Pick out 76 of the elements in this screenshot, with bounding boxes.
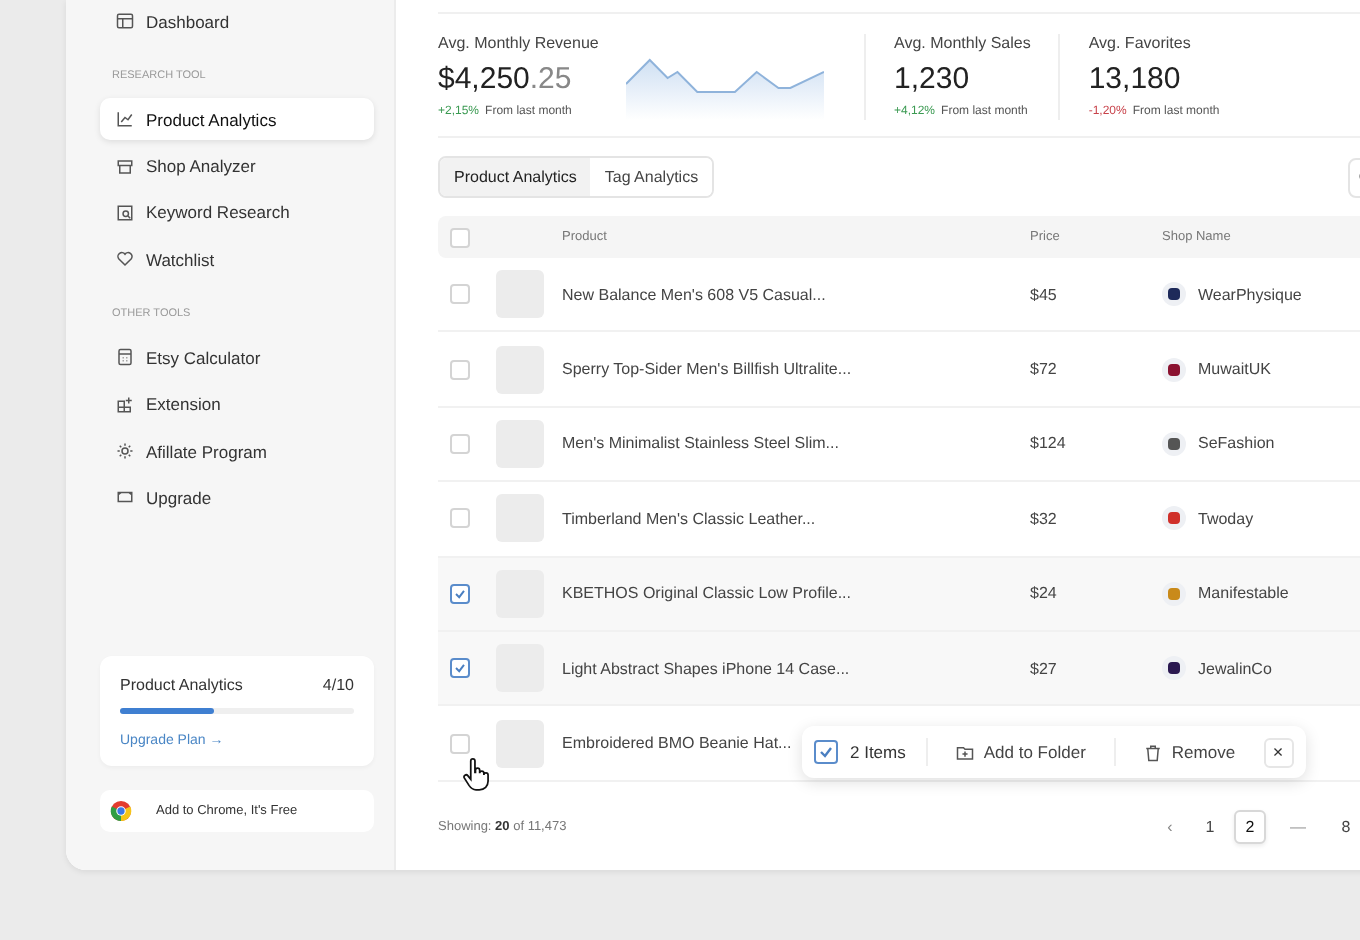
shop-logo: [1162, 656, 1186, 681]
product-name: Men's Minimalist Stainless Steel Slim...: [562, 434, 839, 453]
checkmark-icon: [816, 742, 836, 762]
store-icon: [116, 157, 134, 176]
price: $45: [1030, 285, 1059, 304]
stat-value: 1,230: [894, 62, 972, 96]
stat-label: Avg. Favorites: [1088, 34, 1193, 52]
selected-count: 2 Items: [850, 742, 906, 762]
stat-value: $4,250.25: [438, 62, 574, 96]
price: $27: [1030, 659, 1059, 678]
shop-logo: [1162, 506, 1186, 531]
checkbox[interactable]: [450, 658, 470, 679]
shop-name: SeFashion: [1198, 434, 1275, 453]
sidebar-item[interactable]: Etsy Calculator: [100, 336, 374, 379]
product-name: KBETHOS Original Classic Low Profile...: [562, 584, 851, 603]
stat-value: 13,180: [1088, 62, 1183, 96]
shop-logo: [1162, 282, 1186, 307]
price: $24: [1030, 584, 1059, 603]
tab[interactable]: Product Analytics: [440, 158, 591, 196]
pagination-ellipsis: —: [1288, 815, 1308, 840]
sidebar-item[interactable]: Product Analytics: [100, 98, 374, 141]
product-name: New Balance Men's 608 V5 Casual...: [562, 285, 826, 304]
table-row[interactable]: Sperry Top-Sider Men's Billfish Ultralite... $72 MuwaitUK: [438, 332, 1360, 408]
shop-name: Twoday: [1198, 509, 1254, 528]
trash-icon: [1143, 743, 1162, 761]
sidebar-item[interactable]: Afillate Program: [100, 430, 374, 473]
document-search-icon: [116, 203, 134, 222]
table-row[interactable]: Light Abstract Shapes iPhone 14 Case... $27 JewalinCo: [438, 631, 1360, 707]
previous-page-button[interactable]: ‹: [1154, 809, 1186, 844]
usage-title: Product Analytics: [120, 676, 243, 694]
shop-name: JewalinCo: [1198, 659, 1272, 678]
stat-label: Avg. Monthly Sales: [894, 34, 1031, 52]
shop-logo: [1162, 357, 1186, 382]
ticket-icon: [116, 488, 134, 507]
checkmark-icon: [452, 585, 468, 602]
stat-label: Avg. Monthly Revenue: [438, 34, 599, 52]
hand-cursor-icon: [462, 756, 490, 792]
sidebar-item[interactable]: Watchlist: [100, 238, 374, 281]
sidebar-item[interactable]: Shop Analyzer: [100, 145, 374, 188]
layout-icon: [116, 12, 134, 30]
product-name: Sperry Top-Sider Men's Billfish Ultralite...: [562, 360, 852, 379]
close-button[interactable]: ×: [1263, 737, 1294, 767]
shop-logo: [1162, 431, 1186, 456]
usage-count: 4/10: [322, 676, 354, 694]
product-name: Light Abstract Shapes iPhone 14 Case...: [562, 659, 850, 678]
sidebar-item[interactable]: Upgrade: [100, 476, 374, 519]
shop-name: MuwaitUK: [1198, 360, 1271, 379]
price: $72: [1030, 360, 1059, 379]
remove-button[interactable]: Remove: [1115, 742, 1264, 762]
sidebar-item[interactable]: Keyword Research: [100, 191, 374, 234]
price: $32: [1030, 509, 1059, 528]
calculator-icon: [116, 348, 134, 367]
shop-name: Manifestable: [1198, 584, 1289, 603]
checkbox[interactable]: [814, 740, 838, 764]
sidebar-item[interactable]: Dashboard: [100, 0, 374, 42]
puzzle-grid-icon: [116, 395, 134, 414]
table-row[interactable]: KBETHOS Original Classic Low Profile... $24 Manifestable: [438, 557, 1360, 632]
chart-icon: [116, 110, 134, 129]
shop-logo: [1162, 581, 1186, 606]
table-row[interactable]: New Balance Men's 608 V5 Casual... $45 WearPhysique: [438, 258, 1360, 333]
page-button[interactable]: 2: [1234, 809, 1266, 844]
shop-name: WearPhysique: [1198, 285, 1302, 304]
product-name: Timberland Men's Classic Leather...: [562, 509, 816, 528]
browser-logo-icon: [110, 800, 132, 822]
add-to-folder-button[interactable]: Add to Folder: [927, 742, 1114, 762]
heart-icon: [116, 250, 134, 269]
sidebar-item[interactable]: Extension: [100, 383, 374, 426]
price: $124: [1030, 434, 1068, 453]
checkbox[interactable]: [450, 583, 470, 604]
page-button[interactable]: 1: [1194, 809, 1226, 844]
page-button[interactable]: 8: [1330, 809, 1360, 844]
sun-icon: [116, 442, 134, 461]
checkmark-icon: [452, 660, 468, 677]
product-name: Embroidered BMO Beanie Hat...: [562, 734, 792, 753]
folder-plus-icon: [955, 743, 974, 761]
table-row[interactable]: Men's Minimalist Stainless Steel Slim... $124 SeFashion: [438, 407, 1360, 483]
